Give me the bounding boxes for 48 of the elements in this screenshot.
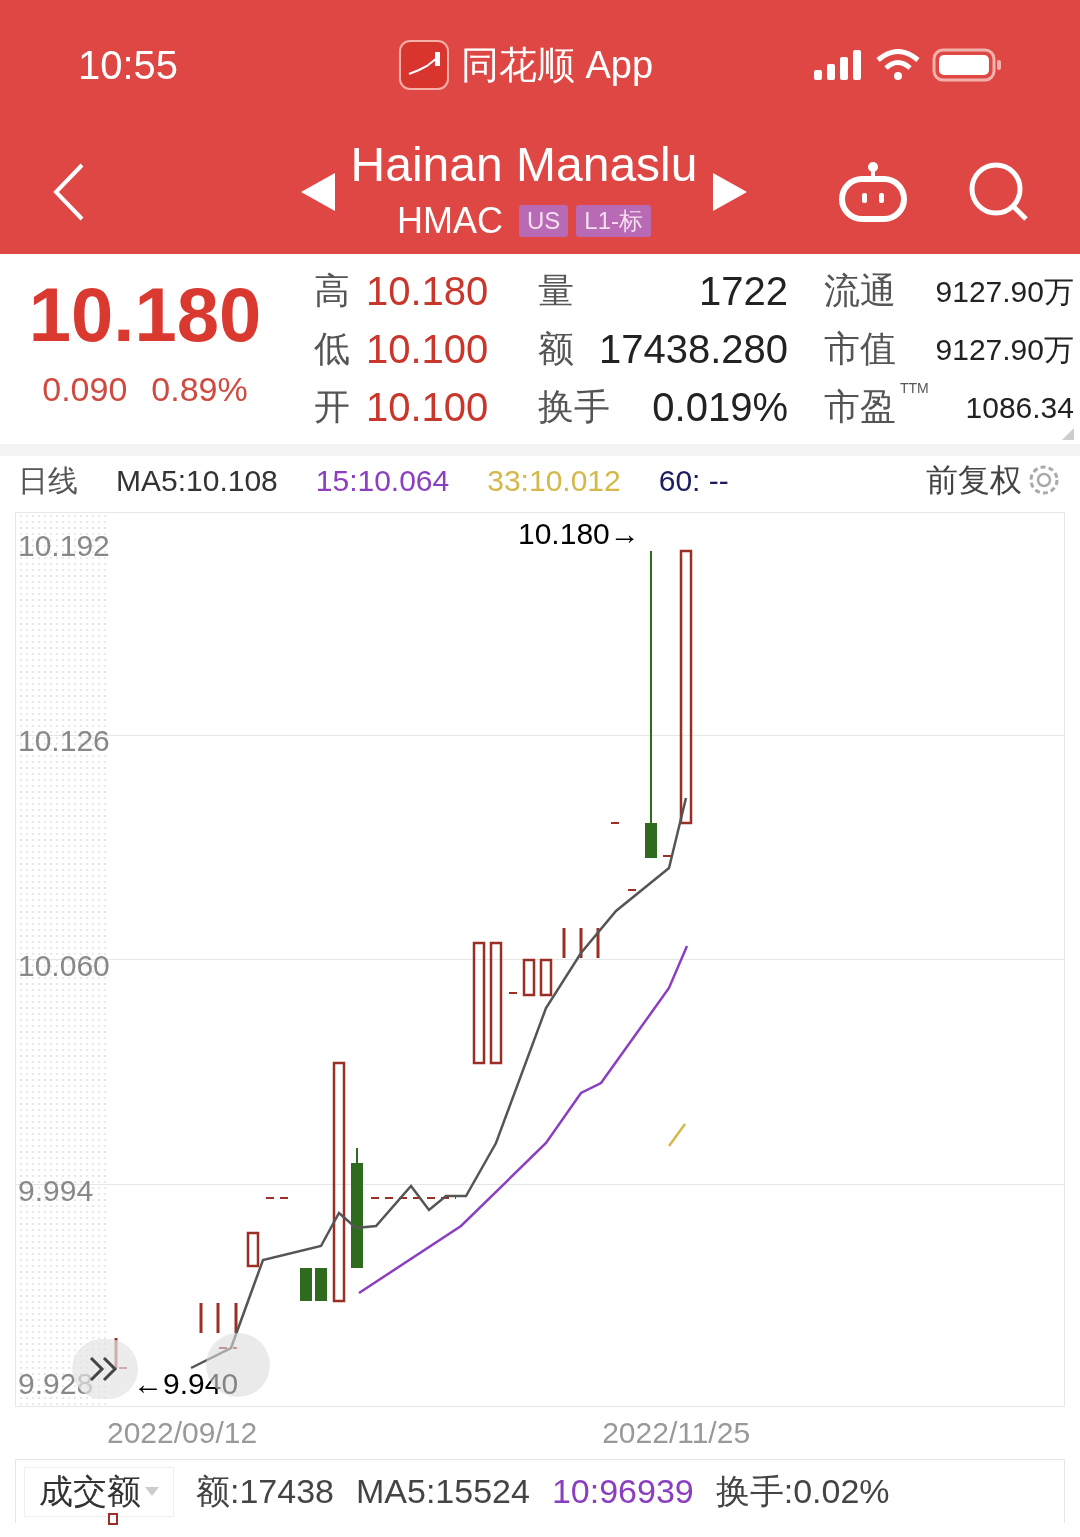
volume-stat: 额:17438 xyxy=(196,1471,334,1512)
moving-average-label: 33:10.012 xyxy=(487,462,621,499)
volume-stat: 换手:0.02% xyxy=(715,1471,890,1512)
app-name: 同花顺 App xyxy=(460,42,654,88)
stat-label: 市值 xyxy=(824,327,896,371)
low-price-marker: ←9.940 xyxy=(133,1366,239,1402)
date-label: 2022/11/25 xyxy=(602,1414,751,1451)
stat-label: 开 xyxy=(314,385,350,429)
percent-change: 0.89% xyxy=(151,369,248,410)
stat-value: 1722 xyxy=(699,268,788,315)
price-axis-label: 9.994 xyxy=(18,1173,94,1209)
period-label: 日线 xyxy=(18,462,78,499)
price-axis-label: 10.126 xyxy=(18,723,110,759)
price-change: 0.090 xyxy=(42,369,128,410)
moving-average-label: 15:10.064 xyxy=(315,462,450,499)
stat-value: 9127.90万 xyxy=(935,331,1074,368)
stat-label: 低 xyxy=(314,327,350,371)
market-tag: US xyxy=(519,205,569,237)
stat-value: 17438.280 xyxy=(598,326,788,373)
stat-note: TTM xyxy=(900,379,929,398)
price-axis-label: 9.928 xyxy=(18,1366,94,1402)
stat-label: 流通 xyxy=(824,269,896,313)
moving-average-label: 60: -- xyxy=(658,462,729,499)
indicator-dropdown[interactable]: 成交额 xyxy=(24,1466,174,1517)
volume-stat: MA5:15524 xyxy=(356,1471,530,1512)
last-price: 10.180 xyxy=(28,271,262,359)
stat-value: 1086.34 xyxy=(965,389,1074,426)
price-axis-label: 10.192 xyxy=(18,528,110,564)
price-axis-label: 10.060 xyxy=(18,948,110,984)
stock-name: Hainan Manaslu xyxy=(350,137,698,193)
stat-value: 10.180 xyxy=(366,268,489,315)
date-label: 2022/09/12 xyxy=(107,1414,258,1451)
stat-value: 10.100 xyxy=(366,326,489,373)
stat-label: 市盈 xyxy=(824,385,896,429)
stat-label: 量 xyxy=(538,269,574,313)
status-time: 10:55 xyxy=(78,42,180,89)
stock-symbol: HMAC xyxy=(397,199,503,243)
stat-value: 0.019% xyxy=(652,384,788,431)
high-price-marker: 10.180→ xyxy=(518,516,640,552)
stat-value: 9127.90万 xyxy=(935,273,1074,310)
stat-label: 换手 xyxy=(538,385,610,429)
stat-label: 额 xyxy=(538,327,574,371)
adjustment-button[interactable]: 前复权 xyxy=(926,456,1022,504)
moving-average-label: MA5:10.108 xyxy=(116,462,278,499)
volume-stat: 10:96939 xyxy=(551,1471,694,1512)
stat-value: 10.100 xyxy=(366,384,489,431)
stat-label: 高 xyxy=(314,269,350,313)
market-tag: L1-标 xyxy=(576,205,651,237)
